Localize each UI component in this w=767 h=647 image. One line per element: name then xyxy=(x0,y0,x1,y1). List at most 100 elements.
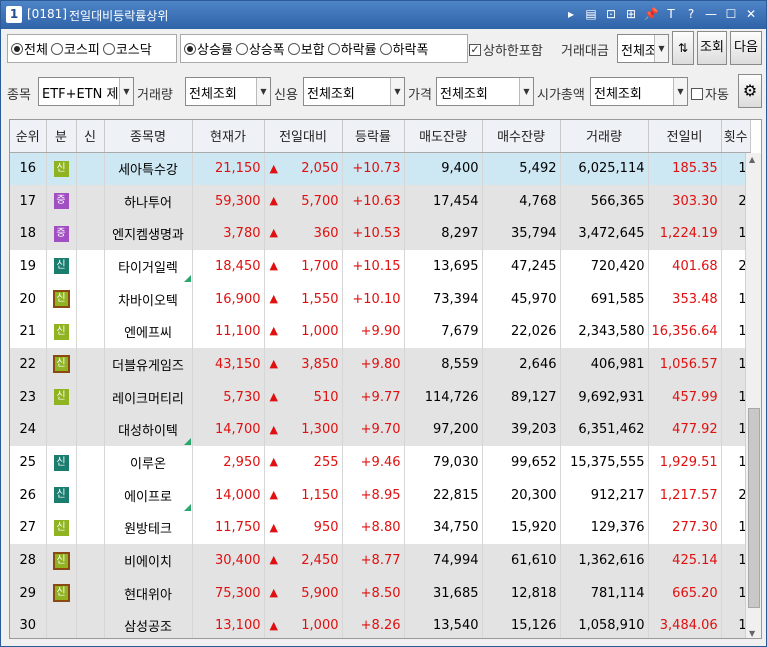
stock-name-cell[interactable]: 세아특수강 xyxy=(104,152,193,185)
table-row[interactable]: 26 신 에이프로 14,000 ▲ 1,150 +8.95 22,815 20,300 912,… xyxy=(10,478,751,512)
stock-name[interactable]: 삼성공조 xyxy=(124,620,172,635)
table-row[interactable]: 16 신 세아특수강 21,150 ▲ 2,050 +10.73 9,400 5,492 6,02… xyxy=(10,152,751,185)
next-button[interactable]: 다음 xyxy=(730,31,762,65)
stock-name-cell[interactable]: 대성하이텍 xyxy=(104,413,193,447)
radio-dot-icon[interactable] xyxy=(287,42,300,55)
column-header[interactable]: 매도잔량 xyxy=(404,120,483,153)
auto-checkbox[interactable]: 자동 xyxy=(691,84,729,103)
stock-name-cell[interactable]: 에이프로 xyxy=(104,478,193,512)
radio-dot-icon[interactable] xyxy=(102,42,115,55)
stock-name-cell[interactable]: 레이크머티리 xyxy=(104,380,193,414)
column-header[interactable]: 현재가 xyxy=(192,120,265,153)
vertical-scrollbar[interactable]: ▲ ▼ xyxy=(745,153,761,638)
credit-select[interactable]: 전체조회 ▼ xyxy=(303,77,405,106)
market-radio-2[interactable]: 코스닥 xyxy=(102,39,152,58)
settings-button[interactable]: ⚙ xyxy=(738,74,762,108)
table-row[interactable]: 25 신 이루온 2,950 ▲ 255 +9.46 79,030 99,652 15,375,5… xyxy=(10,446,751,479)
window-number[interactable]: 1 xyxy=(6,6,22,23)
minimize-icon[interactable]: — xyxy=(702,5,720,23)
table-row[interactable]: 18 증 엔지켐생명과 3,780 ▲ 360 +10.53 8,297 35,794 3,472… xyxy=(10,217,751,251)
direction-radio-2[interactable]: 보합 xyxy=(287,39,325,58)
stock-name[interactable]: 하나투어 xyxy=(124,196,172,211)
market-radio-1[interactable]: 코스피 xyxy=(50,39,100,58)
market-radio-0[interactable]: 전체 xyxy=(11,39,48,58)
limit-checkbox[interactable]: ✓ 상하한포함 xyxy=(469,40,543,59)
radio-dot-icon[interactable] xyxy=(184,42,196,55)
split-icon[interactable]: ⊞ xyxy=(622,5,640,23)
scroll-up-icon[interactable]: ▲ xyxy=(749,155,755,164)
radio-dot-icon[interactable] xyxy=(379,42,392,55)
stock-name-cell[interactable]: 삼성공조 xyxy=(104,609,193,638)
help-icon[interactable]: ? xyxy=(682,5,700,23)
sort-toggle-button[interactable]: ⇅ xyxy=(672,31,694,65)
stock-name-cell[interactable]: 이루온 xyxy=(104,446,193,479)
stock-name[interactable]: 더블유게임즈 xyxy=(112,359,184,374)
stock-name-cell[interactable]: 차바이오텍 xyxy=(104,282,193,316)
stock-name[interactable]: 엔지켐생명과 xyxy=(112,228,184,243)
price-select[interactable]: 전체조회 ▼ xyxy=(436,77,534,106)
table-row[interactable]: 22 신 더블유게임즈 43,150 ▲ 3,850 +9.80 8,559 2,646 406,… xyxy=(10,348,751,381)
stock-name[interactable]: 비에이치 xyxy=(124,555,172,570)
column-header[interactable]: 분 xyxy=(46,120,77,153)
column-header[interactable]: 순위 xyxy=(10,120,47,153)
limit-check-icon[interactable]: ✓ xyxy=(469,43,481,56)
table-row[interactable]: 27 신 원방테크 11,750 ▲ 950 +8.80 34,750 15,920 129,37… xyxy=(10,511,751,545)
chevron-down-icon[interactable]: ▼ xyxy=(256,78,270,105)
stock-name-cell[interactable]: 하나투어 xyxy=(104,184,193,218)
volume-select[interactable]: 전체조회 ▼ xyxy=(185,77,271,106)
table-row[interactable]: 23 신 레이크머티리 5,730 ▲ 510 +9.77 114,726 89,127 9,69… xyxy=(10,380,751,414)
direction-radio-0[interactable]: 상승률 xyxy=(184,39,233,58)
chevron-down-icon[interactable]: ▼ xyxy=(119,78,133,105)
stock-name-cell[interactable]: 엔지켐생명과 xyxy=(104,217,193,251)
stock-name-cell[interactable]: 원방테크 xyxy=(104,511,193,545)
stock-name-cell[interactable]: 현대위아 xyxy=(104,576,193,610)
stock-name[interactable]: 타이거일렉 xyxy=(118,261,178,276)
column-header[interactable]: 전일비 xyxy=(648,120,722,153)
column-header[interactable]: 신 xyxy=(76,120,105,153)
chevron-down-icon[interactable]: ▼ xyxy=(654,35,668,62)
column-header[interactable]: 종목명 xyxy=(104,120,193,153)
font-icon[interactable]: T xyxy=(662,5,680,23)
marketcap-select[interactable]: 전체조회 ▼ xyxy=(590,77,688,106)
column-header[interactable]: 매수잔량 xyxy=(482,120,561,153)
table-row[interactable]: 28 신 비에이치 30,400 ▲ 2,450 +8.77 74,994 61,610 1,36… xyxy=(10,544,751,577)
scroll-down-icon[interactable]: ▼ xyxy=(749,629,755,638)
stock-name[interactable]: 레이크머티리 xyxy=(112,392,184,407)
window-icon[interactable]: ⊡ xyxy=(602,5,620,23)
radio-dot-icon[interactable] xyxy=(235,42,248,55)
radio-dot-icon[interactable] xyxy=(327,42,340,55)
direction-radio-4[interactable]: 하락폭 xyxy=(379,39,428,58)
stock-name-cell[interactable]: 더블유게임즈 xyxy=(104,348,193,381)
ranking-grid[interactable]: 순위 분 신 종목명 현재가 전일대비 등락률 매도잔량 매수잔량 거래량 전일비 횟수 16 신 세아특… xyxy=(9,119,762,639)
query-button[interactable]: 조회 xyxy=(697,31,727,65)
stock-name-cell[interactable]: 엔에프씨 xyxy=(104,315,193,349)
stock-name[interactable]: 에이프로 xyxy=(124,490,172,505)
direction-radio-1[interactable]: 상승폭 xyxy=(235,39,285,58)
chevron-down-icon[interactable]: ▼ xyxy=(673,78,687,105)
stock-select[interactable]: ETF+ETN 제외 ▼ xyxy=(38,77,134,106)
stock-name[interactable]: 이루온 xyxy=(130,457,166,472)
scrollbar-thumb[interactable] xyxy=(748,408,760,608)
column-header[interactable]: 거래량 xyxy=(560,120,649,153)
direction-radio-3[interactable]: 하락률 xyxy=(327,39,377,58)
stock-name[interactable]: 대성하이텍 xyxy=(118,424,178,439)
stock-name[interactable]: 엔에프씨 xyxy=(124,326,172,341)
column-header[interactable]: 횟수 xyxy=(721,120,751,153)
stock-name[interactable]: 원방테크 xyxy=(124,522,172,537)
maximize-icon[interactable]: ☐ xyxy=(722,5,740,23)
chevron-down-icon[interactable]: ▼ xyxy=(390,78,404,105)
table-row[interactable]: 19 신 타이거일렉 18,450 ▲ 1,700 +10.15 13,695 47,245 72… xyxy=(10,250,751,283)
play-icon[interactable]: ▸ xyxy=(562,5,580,23)
stock-name-cell[interactable]: 타이거일렉 xyxy=(104,250,193,283)
screen-icon[interactable]: ▤ xyxy=(582,5,600,23)
table-row[interactable]: 30 삼성공조 13,100 ▲ 1,000 +8.26 13,540 15,126 1,058… xyxy=(10,609,751,638)
column-header[interactable]: 전일대비 xyxy=(264,120,343,153)
table-row[interactable]: 29 신 현대위아 75,300 ▲ 5,900 +8.50 31,685 12,818 781,… xyxy=(10,576,751,610)
radio-dot-icon[interactable] xyxy=(11,42,23,55)
table-row[interactable]: 20 신 차바이오텍 16,900 ▲ 1,550 +10.10 73,394 45,970 69… xyxy=(10,282,751,316)
table-row[interactable]: 21 신 엔에프씨 11,100 ▲ 1,000 +9.90 7,679 22,026 2,343… xyxy=(10,315,751,349)
table-row[interactable]: 24 대성하이텍 14,700 ▲ 1,300 +9.70 97,200 39,203 6,35… xyxy=(10,413,751,447)
table-row[interactable]: 17 증 하나투어 59,300 ▲ 5,700 +10.63 17,454 4,768 566,… xyxy=(10,184,751,218)
trade-amount-select[interactable]: 전체조 ▼ xyxy=(617,34,669,63)
auto-check-icon[interactable] xyxy=(691,87,703,100)
